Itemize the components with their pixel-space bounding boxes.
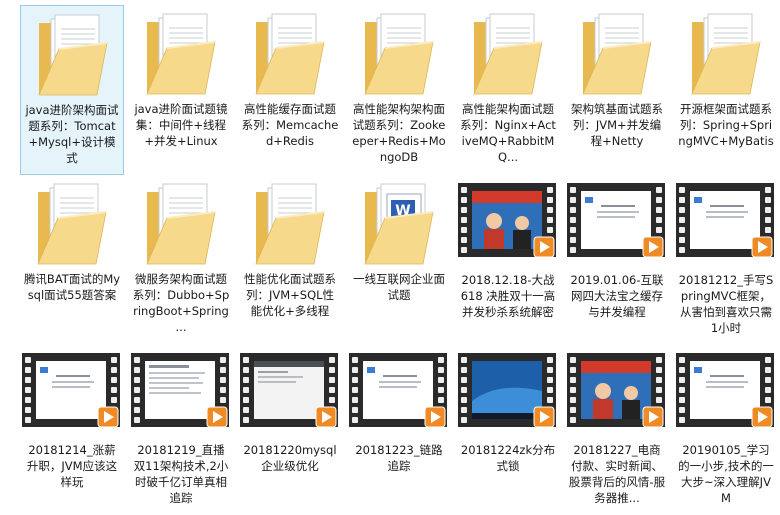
folder-icon [146, 13, 216, 95]
folder-item[interactable]: java进阶面试题镜集：中间件+线程+并发+Linux [129, 5, 233, 175]
folder-icon [364, 13, 434, 95]
folder-item[interactable]: java进阶架构面试题系列：Tomcat+Mysql+设计模式 [20, 5, 124, 175]
folder-item[interactable]: 高性能架构面试题系列：Nginx+ActiveMQ+RabbitMQ... [456, 5, 560, 175]
play-icon [642, 236, 664, 258]
item-label: 腾讯BAT面试的Mysql面试55题答案 [23, 272, 121, 302]
item-label: 20181214_涨薪升职，JVM应该这样玩 [26, 443, 118, 489]
folder-icon [38, 14, 108, 96]
item-label: 20181224zk分布式锁 [460, 443, 556, 473]
file-explorer-view: java进阶架构面试题系列：Tomcat+Mysql+设计模式 java进阶面试… [0, 0, 780, 505]
play-icon [751, 236, 773, 258]
play-icon [424, 406, 446, 428]
video-file-item[interactable]: 20181219_直播双11架构技术,2小时破千亿订单真相追踪 [129, 345, 233, 515]
folder-icon [473, 13, 543, 95]
item-label: java进阶面试题镜集：中间件+线程+并发+Linux [134, 102, 228, 148]
video-thumbnail-icon [349, 351, 447, 429]
item-label: 性能优化面试题系列：JVM+SQL性能优化+多线程 [244, 272, 336, 318]
video-file-item[interactable]: 20181224zk分布式锁 [456, 345, 560, 515]
folder-icon: W [364, 183, 434, 265]
item-label: 2019.01.06-互联网四大法宝之缓存与并发编程 [570, 273, 664, 319]
item-label: 微服务架构面试题系列：Dubbo+SpringBoot+Spring ... [132, 272, 230, 334]
item-label: 20181223_链路追踪 [355, 443, 443, 473]
play-icon [206, 406, 228, 428]
video-thumbnail-icon [240, 351, 338, 429]
folder-item[interactable]: 微服务架构面试题系列：Dubbo+SpringBoot+Spring ... [129, 175, 233, 345]
folder-icon [37, 183, 107, 265]
video-file-item[interactable]: 20190105_学习的一小步,技术的一大步~深入理解JVM [674, 345, 778, 515]
video-thumbnail-icon [567, 181, 665, 259]
item-label: 一线互联网企业面试题 [353, 272, 445, 302]
folder-item[interactable]: 高性能架构架构面试题系列：Zookeeper+Redis+MongoDB [347, 5, 451, 175]
play-icon [751, 406, 773, 428]
video-thumbnail-icon [676, 181, 774, 259]
folder-item[interactable]: 开源框架面试题系列：Spring+SpringMVC+MyBatis [674, 5, 778, 175]
play-icon [315, 406, 337, 428]
video-thumbnail-icon [567, 351, 665, 429]
folder-item[interactable]: W 一线互联网企业面试题 [347, 175, 451, 345]
video-file-item[interactable]: 20181214_涨薪升职，JVM应该这样玩 [20, 345, 124, 515]
play-icon [533, 406, 555, 428]
folder-item[interactable]: 高性能缓存面试题系列：Memcached+Redis [238, 5, 342, 175]
folder-icon [255, 13, 325, 95]
item-label: 高性能架构面试题系列：Nginx+ActiveMQ+RabbitMQ... [460, 102, 556, 164]
folder-item[interactable]: 腾讯BAT面试的Mysql面试55题答案 [20, 175, 124, 345]
item-label: 架构筑基面试题系列：JVM+并发编程+Netty [571, 102, 663, 148]
video-thumbnail-icon [458, 181, 556, 259]
item-label: 高性能架构架构面试题系列：Zookeeper+Redis+MongoDB [352, 102, 446, 164]
item-label: 高性能缓存面试题系列：Memcached+Redis [241, 102, 339, 148]
item-label: 20181220mysql企业级优化 [243, 443, 337, 473]
item-label: 20190105_学习的一小步,技术的一大步~深入理解JVM [678, 443, 774, 505]
video-file-item[interactable]: 20181227_电商付款、实时新闻、股票背后的风情-服务器推... [565, 345, 669, 515]
item-label: 20181227_电商付款、实时新闻、股票背后的风情-服务器推... [568, 443, 666, 505]
video-thumbnail-icon [22, 351, 120, 429]
folder-item[interactable]: 架构筑基面试题系列：JVM+并发编程+Netty [565, 5, 669, 175]
play-icon [533, 236, 555, 258]
folder-icon [582, 13, 652, 95]
item-label: 20181212_手写SpringMVC框架，从害怕到喜欢只需1小时 [678, 273, 774, 335]
video-file-item[interactable]: 2018.12.18-大战618 决胜双十一高并发秒杀系统解密 [456, 175, 560, 345]
video-file-item[interactable]: 20181220mysql企业级优化 [238, 345, 342, 515]
video-file-item[interactable]: 20181223_链路追踪 [347, 345, 451, 515]
item-label: 开源框架面试题系列：Spring+SpringMVC+MyBatis [678, 102, 774, 148]
video-file-item[interactable]: 20181212_手写SpringMVC框架，从害怕到喜欢只需1小时 [674, 175, 778, 345]
item-label: 20181219_直播双11架构技术,2小时破千亿订单真相追踪 [133, 443, 229, 505]
folder-item[interactable]: 性能优化面试题系列：JVM+SQL性能优化+多线程 [238, 175, 342, 345]
video-thumbnail-icon [131, 351, 229, 429]
item-label: java进阶架构面试题系列：Tomcat+Mysql+设计模式 [25, 103, 119, 165]
folder-icon [146, 183, 216, 265]
video-thumbnail-icon [676, 351, 774, 429]
folder-icon [255, 183, 325, 265]
play-icon [97, 406, 119, 428]
video-thumbnail-icon [458, 351, 556, 429]
video-file-item[interactable]: 2019.01.06-互联网四大法宝之缓存与并发编程 [565, 175, 669, 345]
play-icon [642, 406, 664, 428]
folder-icon [691, 13, 761, 95]
item-label: 2018.12.18-大战618 决胜双十一高并发秒杀系统解密 [460, 273, 556, 319]
